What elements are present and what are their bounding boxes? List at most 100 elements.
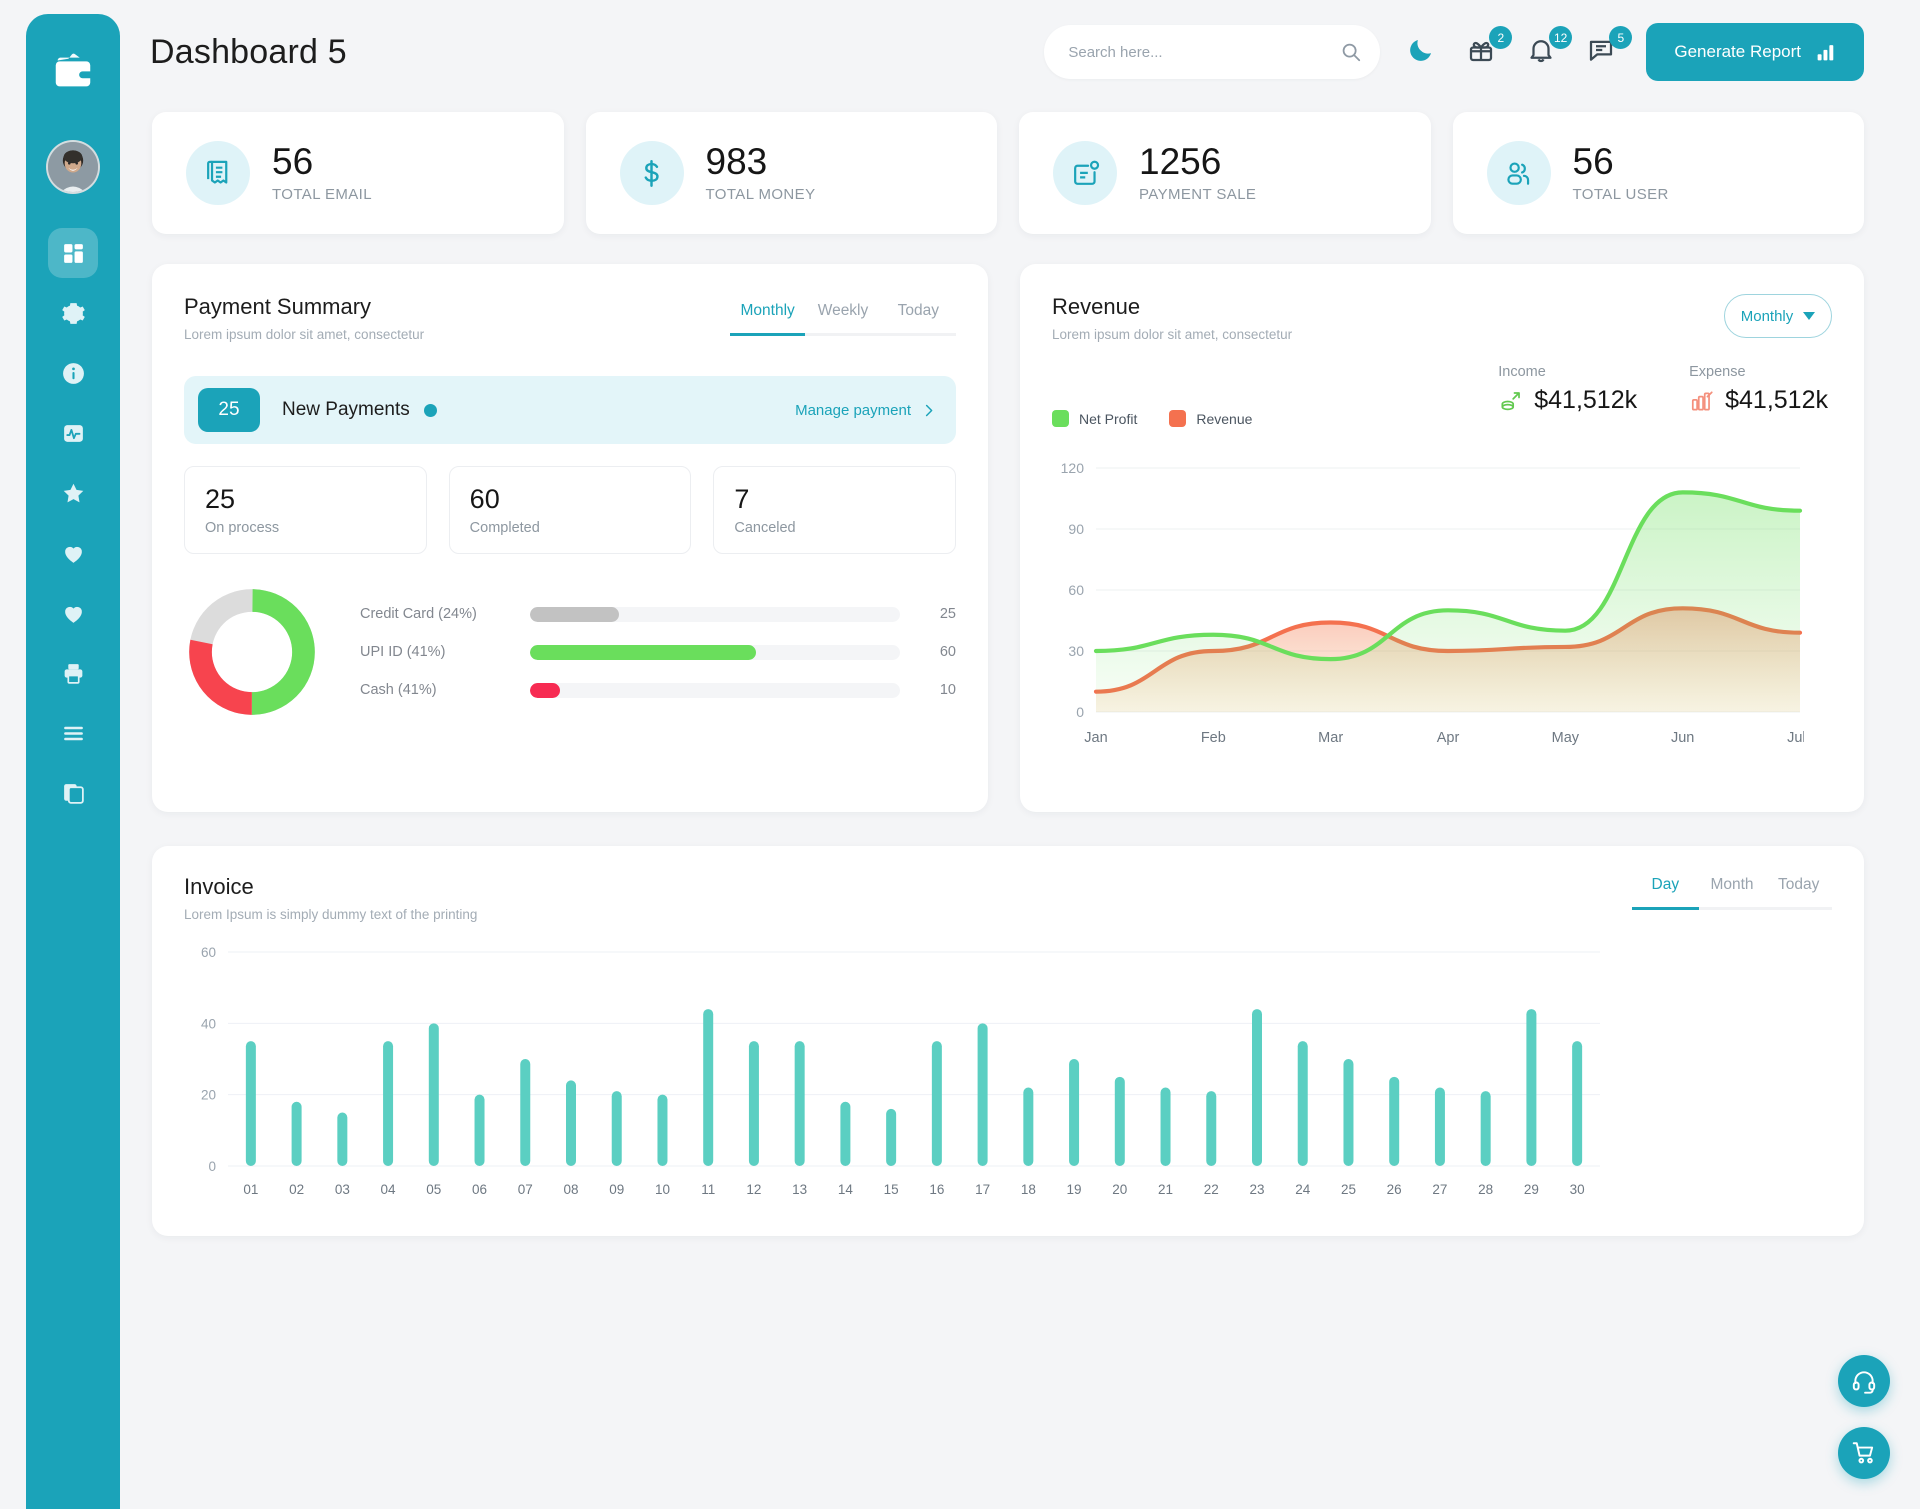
bell-badge: 12 [1549, 26, 1573, 49]
list-icon [63, 726, 83, 740]
gift-badge: 2 [1489, 26, 1513, 49]
stat-value: 983 [705, 141, 768, 183]
mini-value: 7 [734, 484, 750, 514]
new-payments-banner: 25 New Payments Manage payment [184, 376, 956, 444]
receipt-icon [186, 141, 250, 205]
svg-text:30: 30 [1068, 643, 1084, 659]
mini-label: Completed [469, 520, 540, 536]
dark-mode-toggle[interactable] [1406, 35, 1440, 69]
mini-label: On process [205, 520, 280, 536]
payment-methods-list: Credit Card (24%) 25 UPI ID (41%) 60 Cas… [360, 595, 956, 709]
notifications-button[interactable]: 12 [1526, 26, 1573, 69]
svg-text:10: 10 [655, 1182, 670, 1197]
svg-text:Jan: Jan [1084, 730, 1107, 746]
method-fill [530, 606, 619, 622]
mini-card-completed: 60 Completed [448, 466, 692, 554]
search-input[interactable] [1068, 43, 1341, 61]
panels-row: Payment Summary Lorem ipsum dolor sit am… [120, 234, 1920, 812]
svg-text:90: 90 [1068, 521, 1084, 537]
documents-icon [63, 783, 84, 804]
grid-dashboard-icon [63, 243, 83, 263]
svg-text:20: 20 [201, 1088, 216, 1103]
page-title: Dashboard 5 [150, 32, 347, 71]
svg-text:26: 26 [1387, 1182, 1402, 1197]
mini-card-on-process: 25 On process [184, 466, 427, 554]
sidebar-item-info[interactable] [48, 348, 98, 398]
revenue-legend: Net Profit Revenue [1052, 410, 1252, 427]
tab-monthly[interactable]: Monthly [730, 302, 806, 336]
cart-button[interactable] [1838, 1427, 1890, 1479]
method-name: Cash (41%) [360, 682, 437, 698]
payment-note-icon [1053, 141, 1117, 205]
stat-card-total-user[interactable]: 56 TOTAL USER [1452, 112, 1864, 234]
method-row-cash: Cash (41%) 10 [360, 671, 956, 709]
support-button[interactable] [1838, 1355, 1890, 1407]
avatar-image [48, 142, 98, 192]
sidebar-item-list[interactable] [48, 708, 98, 758]
stat-label: PAYMENT SALE [1139, 185, 1257, 203]
info-icon [62, 362, 84, 384]
tab-day[interactable]: Day [1632, 876, 1699, 910]
svg-text:24: 24 [1295, 1182, 1311, 1197]
revenue-period-select[interactable]: Monthly [1724, 294, 1832, 338]
payment-summary-panel: Payment Summary Lorem ipsum dolor sit am… [152, 264, 988, 812]
sidebar-item-dashboard[interactable] [48, 228, 98, 278]
svg-text:Feb: Feb [1201, 730, 1226, 746]
method-value: 60 [939, 644, 956, 660]
search-icon[interactable] [1340, 41, 1362, 63]
stat-card-payment-sale[interactable]: 1256 PAYMENT SALE [1019, 112, 1431, 234]
manage-payment-label: Manage payment [795, 401, 911, 419]
tab-today[interactable]: Today [880, 302, 956, 336]
sidebar-item-settings[interactable] [48, 288, 98, 338]
avatar[interactable] [46, 140, 100, 194]
svg-text:120: 120 [1061, 460, 1085, 476]
expense-value: $41,512k [1725, 386, 1828, 414]
income-label: Income [1498, 364, 1546, 380]
svg-text:05: 05 [426, 1182, 441, 1197]
svg-text:60: 60 [201, 945, 216, 960]
sidebar-item-wishlist[interactable] [48, 588, 98, 638]
svg-text:07: 07 [518, 1182, 533, 1197]
tab-weekly[interactable]: Weekly [805, 302, 881, 336]
svg-text:19: 19 [1067, 1182, 1082, 1197]
svg-text:01: 01 [243, 1182, 258, 1197]
svg-text:20: 20 [1112, 1182, 1127, 1197]
stat-value: 56 [1572, 141, 1614, 183]
sidebar-item-documents[interactable] [48, 768, 98, 818]
printer-icon [64, 663, 82, 684]
legend-label: Revenue [1196, 410, 1253, 427]
svg-text:60: 60 [1068, 582, 1084, 598]
svg-text:03: 03 [335, 1182, 350, 1197]
sidebar-item-analytics[interactable] [48, 408, 98, 458]
sidebar-item-favorites[interactable] [48, 468, 98, 518]
generate-report-button[interactable]: Generate Report [1646, 23, 1864, 81]
svg-text:12: 12 [746, 1182, 761, 1197]
search-box[interactable] [1044, 25, 1381, 79]
stat-card-total-money[interactable]: 983 TOTAL MONEY [585, 112, 997, 234]
manage-payment-link[interactable]: Manage payment [795, 402, 942, 419]
revenue-kpis: Income $41,512k Expense $41,512k [1498, 364, 1828, 415]
sidebar-item-print[interactable] [48, 648, 98, 698]
method-row-credit-card: Credit Card (24%) 25 [360, 595, 956, 633]
tab-month[interactable]: Month [1698, 876, 1766, 910]
users-icon [1486, 141, 1551, 205]
sidebar-item-likes[interactable] [48, 528, 98, 578]
main-content: Dashboard 5 2 [120, 0, 1920, 1509]
chevron-right-icon [925, 404, 933, 416]
stat-label: TOTAL MONEY [705, 185, 816, 203]
svg-text:May: May [1552, 730, 1580, 746]
method-row-upi-id: UPI ID (41%) 60 [360, 633, 956, 671]
wallet-icon [50, 48, 96, 94]
tab-today[interactable]: Today [1765, 876, 1833, 910]
status-dot [423, 403, 437, 417]
payment-methods-donut [189, 589, 315, 715]
legend-item-revenue: Revenue [1169, 410, 1252, 427]
messages-button[interactable]: 5 [1586, 26, 1633, 69]
stat-label: TOTAL EMAIL [272, 185, 372, 203]
legend-swatch [1169, 410, 1187, 427]
sidebar [26, 14, 120, 1509]
svg-text:Mar: Mar [1318, 730, 1343, 746]
gifts-button[interactable]: 2 [1466, 26, 1513, 69]
stat-card-total-email[interactable]: 56 TOTAL EMAIL [152, 112, 564, 234]
revenue-period-label: Monthly [1740, 307, 1794, 325]
